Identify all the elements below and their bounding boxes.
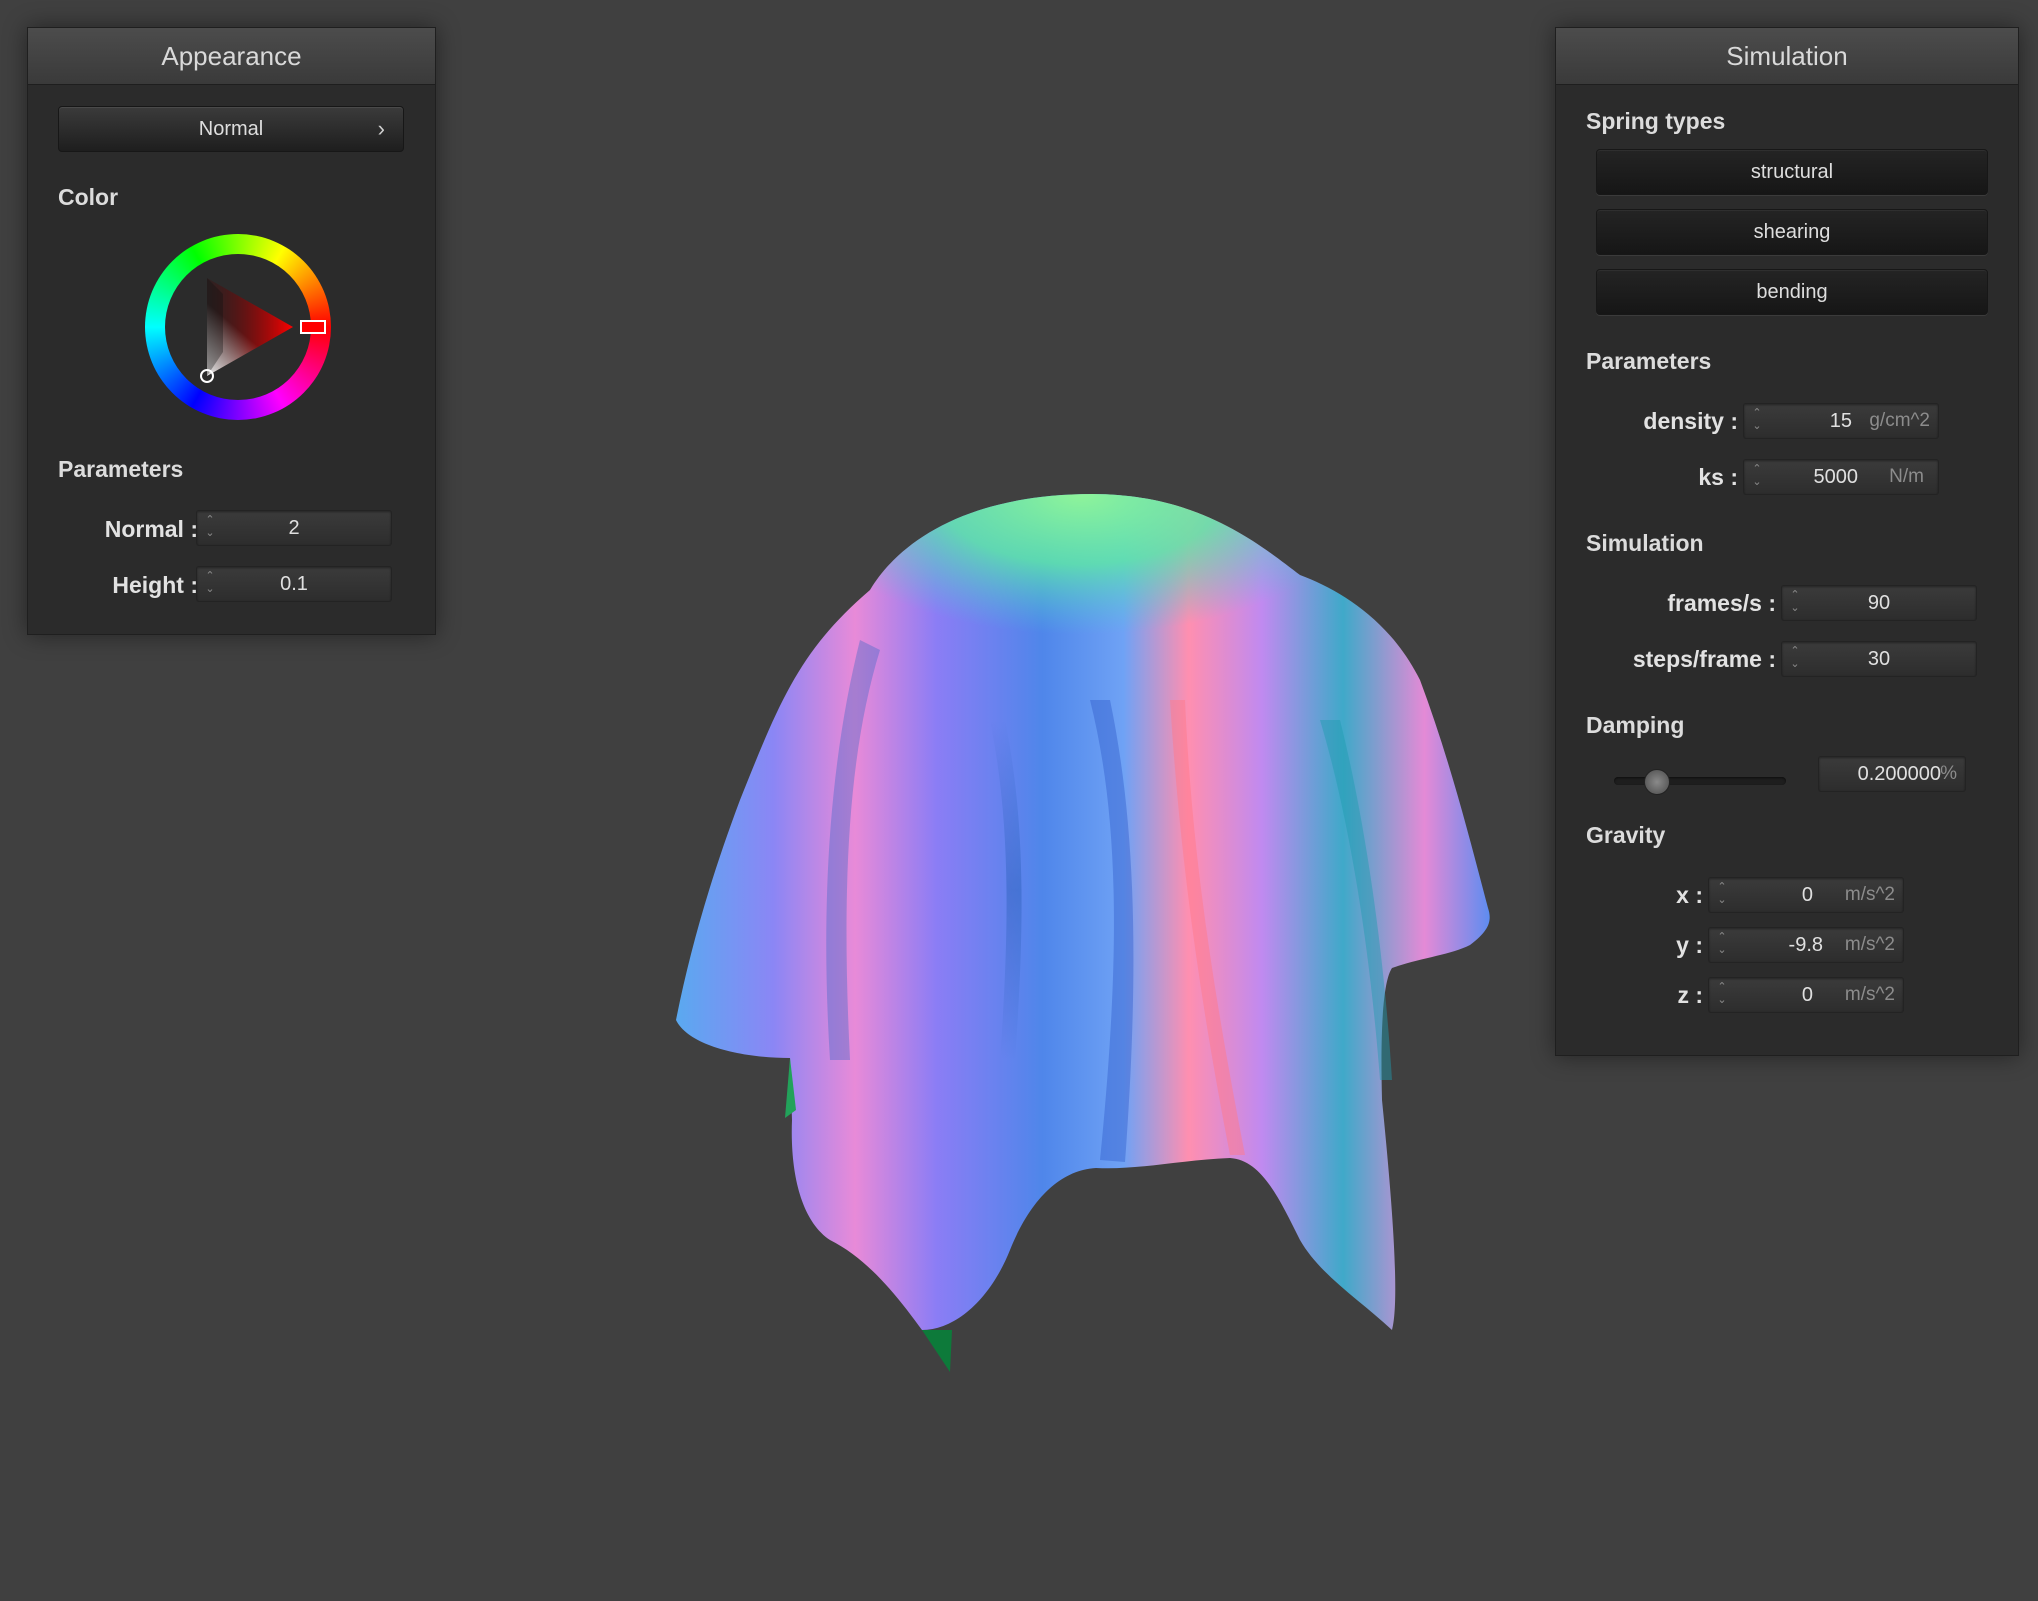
fps-value: 90	[1867, 592, 1891, 614]
density-value: 15	[1829, 410, 1852, 432]
shearing-button[interactable]: shearing	[1596, 209, 1988, 255]
appearance-panel-title[interactable]: Appearance	[28, 28, 435, 85]
gravity-z-label: z :	[1677, 982, 1703, 1008]
height-value: 0.1	[280, 573, 308, 595]
gravity-x-unit: m/s^2	[1844, 884, 1895, 905]
steps-value: 30	[1867, 648, 1891, 670]
spin-arrows-icon[interactable]: ⌃ ⌄	[1750, 407, 1764, 435]
appearance-panel: Appearance Normal › Color Parameters Nor…	[27, 27, 436, 635]
gravity-x-label: x :	[1676, 882, 1703, 908]
damping-slider-knob[interactable]	[1643, 769, 1670, 795]
gravity-label: Gravity	[1586, 822, 1666, 848]
shader-select-button[interactable]: Normal ›	[58, 106, 404, 152]
ks-label: ks :	[1698, 464, 1738, 490]
gravity-y-label: y :	[1676, 932, 1703, 958]
density-spinbox[interactable]: ⌃ ⌄ 15 g/cm^2	[1743, 403, 1939, 439]
density-label: density :	[1643, 408, 1738, 434]
ks-spinbox[interactable]: ⌃ ⌄ 5000 N/m	[1743, 459, 1939, 495]
normal-label: Normal :	[104, 516, 198, 542]
normal-spinbox[interactable]: ⌃ ⌄ 2	[196, 510, 392, 546]
fps-label: frames/s :	[1667, 590, 1776, 616]
spin-arrows-icon[interactable]: ⌃ ⌄	[1715, 931, 1729, 959]
spring-types-label: Spring types	[1586, 108, 1726, 134]
simulation-section-label: Simulation	[1586, 530, 1704, 556]
height-spinbox[interactable]: ⌃ ⌄ 0.1	[196, 566, 392, 602]
color-label: Color	[58, 184, 119, 210]
gravity-y-unit: m/s^2	[1844, 934, 1895, 955]
gravity-x-value: 0	[1801, 884, 1813, 906]
gravity-x-spinbox[interactable]: ⌃ ⌄ 0 m/s^2	[1708, 877, 1904, 913]
damping-unit: %	[1940, 763, 1957, 784]
density-unit: g/cm^2	[1869, 410, 1930, 431]
simulation-panel: Simulation Spring types structural shear…	[1555, 27, 2019, 1056]
hue-handle[interactable]	[300, 320, 326, 334]
color-wheel[interactable]	[145, 234, 331, 420]
spin-arrows-icon[interactable]: ⌃ ⌄	[1750, 463, 1764, 491]
shader-select-label: Normal	[198, 118, 264, 140]
damping-field[interactable]: 0.200000 %	[1818, 756, 1966, 792]
ks-value: 5000	[1813, 466, 1859, 488]
damping-label: Damping	[1586, 712, 1685, 738]
damping-slider[interactable]	[1614, 766, 1786, 796]
gravity-y-spinbox[interactable]: ⌃ ⌄ -9.8 m/s^2	[1708, 927, 1904, 963]
structural-button[interactable]: structural	[1596, 149, 1988, 195]
bending-button[interactable]: bending	[1596, 269, 1988, 315]
parameters-label: Parameters	[1586, 348, 1712, 374]
steps-spinbox[interactable]: ⌃ ⌄ 30	[1781, 641, 1977, 677]
simulation-panel-title[interactable]: Simulation	[1556, 28, 2018, 85]
gravity-z-value: 0	[1801, 984, 1813, 1006]
parameters-label: Parameters	[58, 456, 184, 482]
gravity-z-unit: m/s^2	[1844, 984, 1895, 1005]
fps-spinbox[interactable]: ⌃ ⌄ 90	[1781, 585, 1977, 621]
gravity-y-value: -9.8	[1788, 934, 1823, 956]
ks-unit: N/m	[1889, 466, 1924, 487]
spin-arrows-icon[interactable]: ⌃ ⌄	[1715, 981, 1729, 1009]
chevron-right-icon: ›	[377, 116, 385, 141]
gravity-z-spinbox[interactable]: ⌃ ⌄ 0 m/s^2	[1708, 977, 1904, 1013]
spin-arrows-icon[interactable]: ⌃ ⌄	[1715, 881, 1729, 909]
normal-value: 2	[288, 517, 300, 539]
height-label: Height :	[112, 572, 198, 598]
damping-value: 0.200000	[1857, 763, 1941, 785]
steps-label: steps/frame :	[1632, 646, 1776, 672]
